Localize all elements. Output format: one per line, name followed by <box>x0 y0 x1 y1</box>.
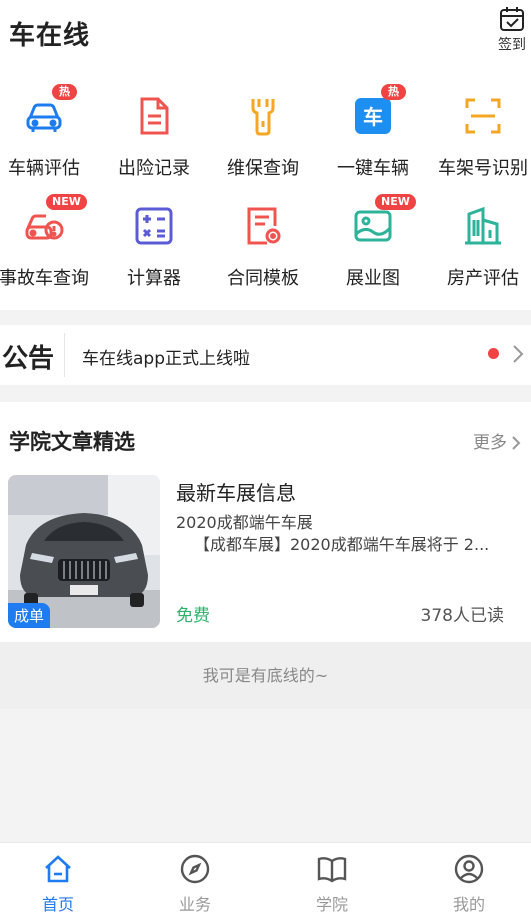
article-tag: 成单 <box>8 603 51 628</box>
checkin-label: 签到 <box>498 37 526 53</box>
grid-item-vehicle-assess[interactable]: 热 车辆评估 <box>0 84 98 196</box>
article-read-count: 378人已读 <box>420 606 504 626</box>
building-icon <box>463 206 503 246</box>
article-title: 最新车展信息 <box>176 481 296 505</box>
tab-label: 业务 <box>178 895 211 914</box>
grid-item-claim-records[interactable]: 出险记录 <box>100 96 208 196</box>
calendar-check-icon <box>500 7 524 31</box>
article-description: 【成都车展】2020成都端午车展将于 2... <box>194 535 490 554</box>
tab-label: 首页 <box>41 895 74 914</box>
grid-item-calculator[interactable]: 计算器 <box>100 206 208 306</box>
user-icon <box>454 854 484 884</box>
grid-item-contract-template[interactable]: 合同模板 <box>209 206 317 306</box>
grid-label: 房产评估 <box>447 268 519 289</box>
car-char-text: 车 <box>363 105 383 129</box>
document-icon <box>134 96 174 136</box>
end-of-list-note: 我可是有底线的~ <box>0 642 531 709</box>
grid-label: 维保查询 <box>227 158 299 179</box>
tab-home[interactable]: 首页 <box>0 843 124 916</box>
tab-mine[interactable]: 我的 <box>403 843 531 916</box>
chevron-right-icon <box>512 436 521 450</box>
feature-grid: 热 车辆评估 出险记录 维保查询 车 热 一键车辆 车架号识别 NEW 事故车查… <box>0 70 531 310</box>
tab-label: 学院 <box>315 895 348 914</box>
calculator-icon <box>134 206 174 246</box>
checkin-button[interactable]: 签到 <box>495 6 529 54</box>
section-title: 学院文章精选 <box>9 430 135 454</box>
more-link[interactable]: 更多 <box>473 428 521 453</box>
wrench-icon <box>243 96 283 136</box>
grid-label: 一键车辆 <box>337 158 409 179</box>
notice-text[interactable]: 车在线app正式上线啦 <box>82 344 250 369</box>
car-char-icon: 车 <box>353 96 393 136</box>
accident-car-icon <box>24 206 64 246</box>
tab-business[interactable]: 业务 <box>129 843 261 916</box>
article-subtitle: 2020成都端午车展 <box>176 513 313 532</box>
notice-bar[interactable]: 公告 车在线app正式上线啦 <box>0 325 531 385</box>
image-icon <box>353 206 393 246</box>
grid-item-maintenance[interactable]: 维保查询 <box>209 96 317 196</box>
article-price: 免费 <box>176 606 210 626</box>
tab-label: 我的 <box>452 895 485 914</box>
hot-badge: 热 <box>381 84 406 100</box>
new-badge: NEW <box>375 194 416 210</box>
grid-item-accident-query[interactable]: NEW 事故车查询 <box>0 194 98 306</box>
grid-label: 展业图 <box>346 268 400 289</box>
more-label: 更多 <box>473 433 507 453</box>
car-icon <box>24 96 64 136</box>
notice-divider <box>64 333 65 377</box>
bottom-tab-bar: 首页 业务 学院 我的 <box>0 842 531 916</box>
grid-item-property-assess[interactable]: 房产评估 <box>429 206 531 306</box>
grid-label: 合同模板 <box>227 268 299 289</box>
new-badge: NEW <box>46 194 87 210</box>
header: 车在线 签到 <box>0 0 531 70</box>
hot-badge: 热 <box>52 84 77 100</box>
scan-icon <box>463 96 503 136</box>
compass-icon <box>180 854 210 884</box>
notice-title: 公告 <box>2 344 55 374</box>
grid-item-one-click-vehicle[interactable]: 车 热 一键车辆 <box>319 84 427 196</box>
article-card[interactable]: 成单 最新车展信息 2020成都端午车展 【成都车展】2020成都端午车展将于 … <box>0 475 531 630</box>
unread-dot <box>488 348 499 359</box>
home-icon <box>45 855 71 883</box>
tab-academy[interactable]: 学院 <box>266 843 398 916</box>
chevron-right-icon[interactable] <box>512 344 524 364</box>
app-root: 车在线 签到 热 车辆评估 出险记录 维保查询 车 热 一键车辆 车架号识别 N… <box>0 0 531 916</box>
academy-articles: 学院文章精选 更多 成单 最新车展信息 2020成都端午车展 【成都车展】202… <box>0 402 531 642</box>
book-icon <box>317 857 347 883</box>
app-title: 车在线 <box>9 21 91 51</box>
grid-item-vin-scan[interactable]: 车架号识别 <box>429 96 531 196</box>
grid-item-exhibition[interactable]: NEW 展业图 <box>319 194 427 306</box>
grid-label: 车架号识别 <box>438 158 528 179</box>
article-thumbnail: 成单 <box>8 475 160 628</box>
contract-icon <box>243 206 283 246</box>
